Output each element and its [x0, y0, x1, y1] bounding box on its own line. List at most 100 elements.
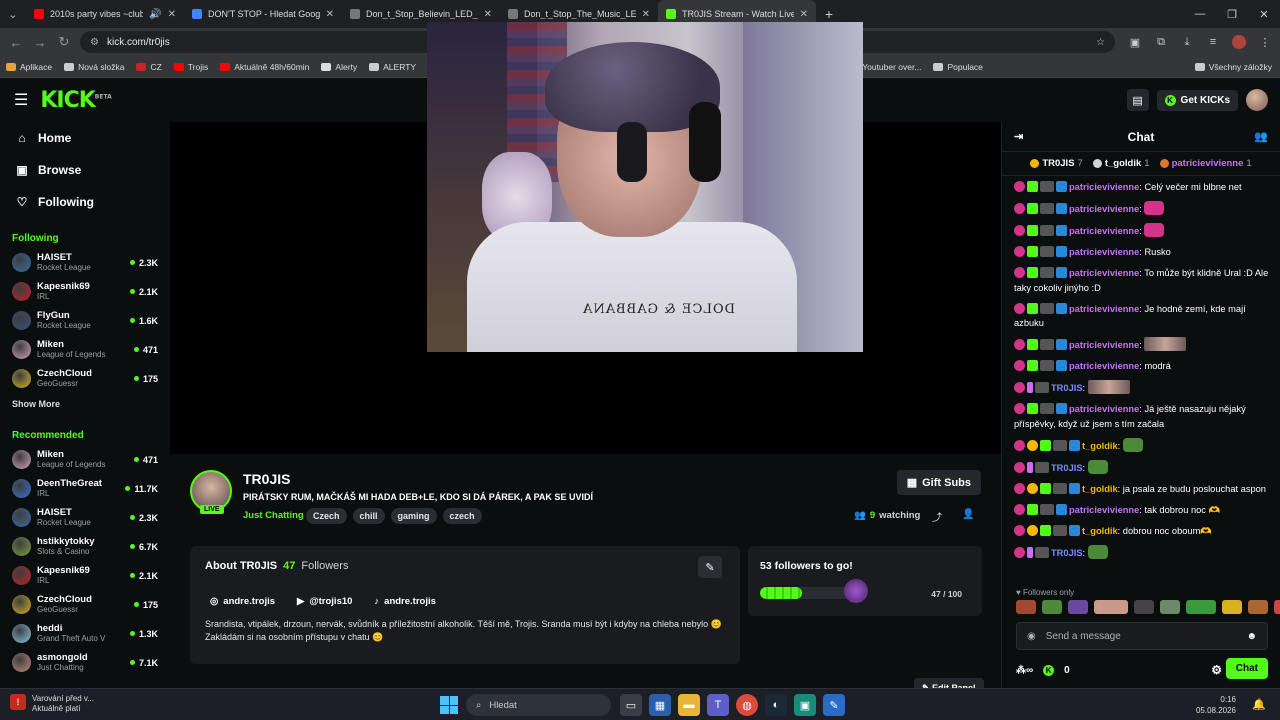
chat-username[interactable]: t_goldik: [1082, 484, 1118, 494]
top-gifter[interactable]: TR0JIS 7: [1030, 158, 1083, 169]
chat-username[interactable]: patricievivienne: [1069, 361, 1139, 371]
share-icon[interactable]: ⤴: [932, 509, 942, 524]
store-icon[interactable]: ▦: [649, 694, 671, 716]
dashboard-icon[interactable]: ▤: [1126, 89, 1149, 111]
sidebar-channel[interactable]: Miken League of Legends 471: [0, 335, 170, 364]
nav-browse[interactable]: ▣ Browse: [0, 154, 170, 186]
weather-warning-widget[interactable]: ! Varování před v... Aktuálně platí: [10, 694, 94, 714]
browser-tab[interactable]: 2010s party vibes ~club nc 🔊 ✕: [26, 0, 184, 28]
chat-username[interactable]: patricievivienne: [1069, 304, 1139, 314]
close-tab-icon[interactable]: ✕: [642, 9, 650, 20]
emote-icon[interactable]: [1016, 600, 1036, 614]
system-clock[interactable]: 0:16 05.08.2026: [1196, 694, 1236, 716]
app-icon[interactable]: ▣: [794, 694, 816, 716]
chat-username[interactable]: patricievivienne: [1069, 268, 1139, 278]
stream-tag[interactable]: chill: [352, 508, 385, 524]
send-chat-button[interactable]: Chat: [1225, 658, 1268, 679]
emote-icon[interactable]: [1186, 600, 1216, 614]
new-tab-button[interactable]: +: [816, 6, 842, 22]
get-kicks-button[interactable]: K Get KICKs: [1156, 89, 1238, 111]
emote-icon[interactable]: [1222, 600, 1242, 614]
chat-username[interactable]: patricievivienne: [1069, 404, 1139, 414]
sidebar-channel[interactable]: Kapesnik69 IRL 2.1K: [0, 561, 170, 590]
chat-username[interactable]: patricievivienne: [1069, 247, 1139, 257]
social-link[interactable]: ♪ andre.trojis: [374, 596, 436, 607]
sidebar-channel[interactable]: CzechCloud GeoGuessr 175: [0, 364, 170, 393]
bookmark-item[interactable]: Trojis: [173, 62, 208, 72]
chat-settings-icon[interactable]: ⚙: [1211, 663, 1222, 677]
extensions-puzzle-icon[interactable]: ⧉: [1150, 30, 1172, 54]
emoji-picker-icon[interactable]: ☻: [1246, 631, 1257, 642]
steam-icon[interactable]: ◐: [765, 694, 787, 716]
nav-home[interactable]: ⌂ Home: [0, 122, 170, 154]
chat-users-icon[interactable]: 👥: [1254, 130, 1268, 143]
emote-icon[interactable]: [1274, 600, 1280, 614]
taskbar-search-input[interactable]: ⌕ Hledat: [466, 694, 611, 716]
media-icon[interactable]: ≡: [1202, 30, 1224, 54]
extension-icon[interactable]: ▣: [1124, 30, 1146, 54]
emote-icon[interactable]: [1248, 600, 1268, 614]
reload-icon[interactable]: ↻: [52, 30, 76, 54]
sidebar-channel[interactable]: asmongold Just Chatting 7.1K: [0, 648, 170, 677]
sidebar-channel[interactable]: FlyGun Rocket League 1.6K: [0, 306, 170, 335]
chat-username[interactable]: t_goldik: [1082, 526, 1118, 536]
chat-badge-icon[interactable]: ◉: [1027, 631, 1036, 642]
gift-subs-button[interactable]: ▦ Gift Subs: [896, 470, 981, 495]
stream-tag[interactable]: Czech: [306, 508, 347, 524]
chat-username[interactable]: TR0JIS: [1051, 383, 1083, 393]
emote-icon[interactable]: [1094, 600, 1128, 614]
close-window-icon[interactable]: ✕: [1248, 0, 1280, 28]
emote-icon[interactable]: [1134, 600, 1154, 614]
top-gifter[interactable]: patricievivienne 1: [1159, 158, 1252, 169]
bookmark-item[interactable]: Populace: [933, 62, 983, 72]
sidebar-channel[interactable]: heddi Grand Theft Auto V 1.3K: [0, 619, 170, 648]
maximize-icon[interactable]: ❐: [1216, 0, 1248, 28]
bookmark-item[interactable]: Aktuálně 48h/60min: [220, 62, 309, 72]
bookmark-star-icon[interactable]: ☆: [1096, 37, 1105, 48]
collapse-chat-icon[interactable]: ⇥: [1014, 130, 1023, 143]
channel-name[interactable]: TR0JIS: [243, 471, 290, 487]
bookmark-item[interactable]: Nová složka: [64, 62, 124, 72]
chat-username[interactable]: t_goldik: [1082, 441, 1118, 451]
kick-logo[interactable]: KICKBETA: [40, 88, 111, 113]
chat-username[interactable]: TR0JIS: [1051, 548, 1083, 558]
menu-icon[interactable]: ⋮: [1254, 30, 1276, 54]
forward-icon[interactable]: →: [28, 30, 52, 54]
tab-search-icon[interactable]: ⌄: [0, 0, 26, 28]
site-info-icon[interactable]: ⚙: [90, 37, 99, 48]
download-icon[interactable]: ⤓: [1176, 30, 1198, 54]
chat-username[interactable]: TR0JIS: [1051, 463, 1083, 473]
sidebar-channel[interactable]: CzechCloud GeoGuessr 175: [0, 590, 170, 619]
nav-following[interactable]: ♡ Following: [0, 186, 170, 218]
paint-icon[interactable]: ✎: [823, 694, 845, 716]
file-explorer-icon[interactable]: ▬: [678, 694, 700, 716]
chat-rules-icon[interactable]: ⁂∞: [1016, 665, 1033, 676]
bookmark-item[interactable]: CZ: [136, 62, 162, 72]
bookmark-item[interactable]: ALERTY: [369, 62, 416, 72]
sidebar-channel[interactable]: hstikkytokky Slots & Casino 6.7K: [0, 532, 170, 561]
sidebar-channel[interactable]: DeenTheGreat IRL 11.7K: [0, 474, 170, 503]
show-more-button[interactable]: Show More: [0, 393, 170, 415]
back-icon[interactable]: ←: [4, 30, 28, 54]
emote-icon[interactable]: [1160, 600, 1180, 614]
chat-username[interactable]: patricievivienne: [1069, 505, 1139, 515]
tab-audio-icon[interactable]: 🔊: [149, 9, 161, 20]
close-tab-icon[interactable]: ✕: [326, 9, 334, 20]
close-tab-icon[interactable]: ✕: [168, 9, 176, 20]
emote-icon[interactable]: [1042, 600, 1062, 614]
teams-icon[interactable]: T: [707, 694, 729, 716]
chrome-icon[interactable]: ◍: [736, 694, 758, 716]
sidebar-channel[interactable]: HAISET Rocket League 2.3K: [0, 503, 170, 532]
windows-start-icon[interactable]: [440, 696, 458, 714]
stream-tag[interactable]: czech: [442, 508, 482, 524]
profile-icon[interactable]: [1228, 30, 1250, 54]
close-tab-icon[interactable]: ✕: [484, 9, 492, 20]
chat-username[interactable]: patricievivienne: [1069, 182, 1139, 192]
top-gifter[interactable]: t_goldik 1: [1092, 158, 1150, 169]
emote-icon[interactable]: [1068, 600, 1088, 614]
social-link[interactable]: ▶ @trojis10: [297, 596, 352, 607]
notification-bell-icon[interactable]: 🔔: [1252, 698, 1266, 711]
bookmark-item[interactable]: Aplikace: [6, 62, 52, 72]
sidebar-channel[interactable]: HAISET Rocket League 2.3K: [0, 248, 170, 277]
minimize-icon[interactable]: —: [1184, 0, 1216, 28]
